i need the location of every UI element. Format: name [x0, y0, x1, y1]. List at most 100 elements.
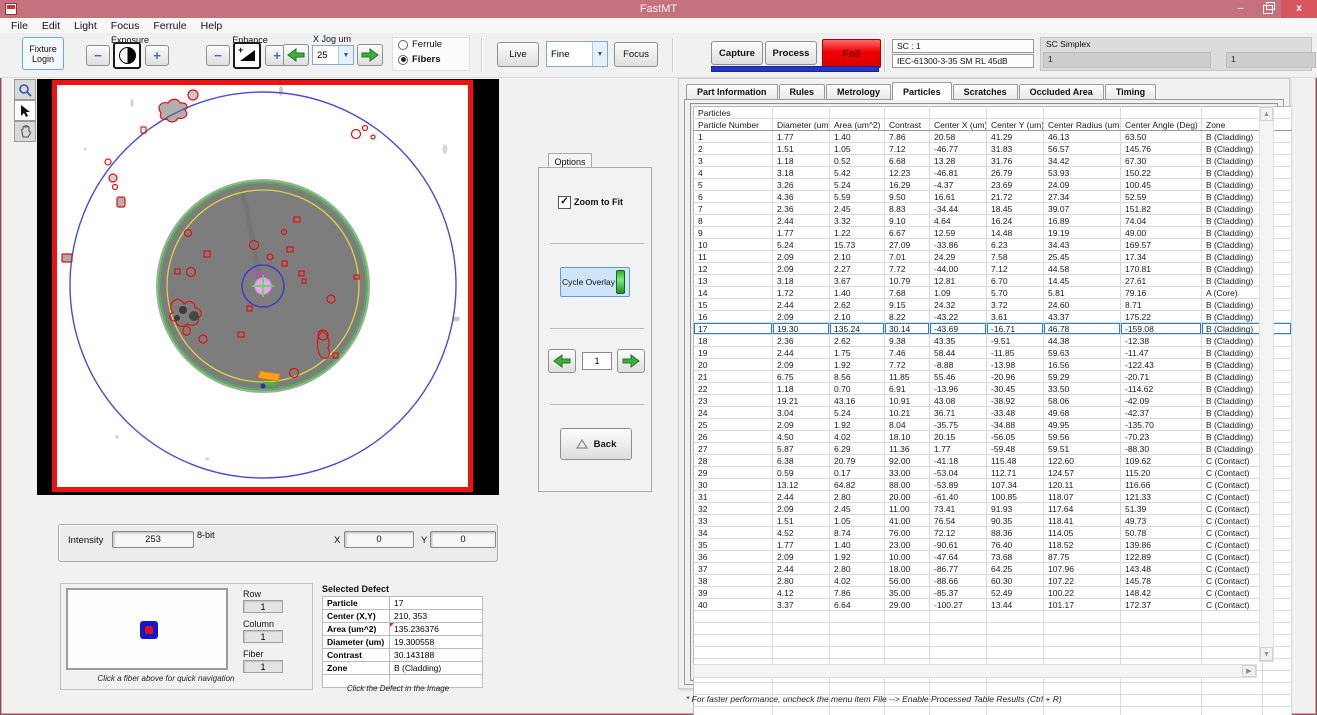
prev-fiber-button[interactable] — [548, 349, 576, 373]
column-header-diameter-um[interactable]: Diameter (um) — [773, 119, 830, 131]
tab-particles[interactable]: Particles — [892, 82, 952, 100]
table-row-29[interactable]: 290.590.1733.00-53.04112.71124.57115.20C… — [694, 467, 1292, 479]
table-row-15[interactable]: 152.442.629.1524.323.7224.608.71B (Cladd… — [694, 299, 1292, 311]
table-row-39[interactable]: 394.127.8635.00-85.3752.49100.22148.42C … — [694, 587, 1292, 599]
menu-item-file[interactable]: File — [4, 20, 35, 32]
back-button[interactable]: Back — [560, 428, 632, 460]
fiber-index-field[interactable]: 1 — [582, 352, 612, 370]
vertical-scrollbar[interactable]: ▲ ▼ — [1259, 106, 1274, 662]
table-row-6[interactable]: 64.365.599.5016.6121.7227.3452.59B (Clad… — [694, 191, 1292, 203]
fiber-nav-display[interactable] — [66, 588, 228, 670]
table-row-13[interactable]: 133.183.6710.7912.816.7014.4527.61B (Cla… — [694, 275, 1292, 287]
image-viewport[interactable]: Core — [37, 79, 499, 495]
table-row-1[interactable]: 11.771.407.8620.5841.2946.1363.50B (Clad… — [694, 131, 1292, 143]
table-row-16[interactable]: 162.092.108.22-43.223.6143.37175.22B (Cl… — [694, 311, 1292, 323]
xjog-left-button[interactable] — [283, 44, 309, 66]
table-row-14[interactable]: 141.721.407.681.095.705.8179.16A (Core) — [694, 287, 1292, 299]
table-row-38[interactable]: 382.804.0256.00-88.6660.30107.22145.78C … — [694, 575, 1292, 587]
table-row-28[interactable]: 286.3820.7992.00-41.18115.48122.60109.62… — [694, 455, 1292, 467]
capture-button[interactable]: Capture — [711, 41, 763, 65]
table-row-30[interactable]: 3013.1264.8288.00-53.89107.34120.11116.6… — [694, 479, 1292, 491]
table-row-19[interactable]: 192.441.757.4658.44-11.8559.63-11.47B (C… — [694, 347, 1292, 359]
menu-item-light[interactable]: Light — [67, 20, 104, 32]
focus-button[interactable]: Focus — [614, 42, 658, 67]
column-header-center-radius-um[interactable]: Center Radius (um) — [1044, 119, 1121, 131]
fiber-image-frame[interactable]: Core — [52, 80, 473, 492]
tab-rules[interactable]: Rules — [779, 84, 826, 100]
table-row-12[interactable]: 122.092.277.72-44.007.1244.58170.81B (Cl… — [694, 263, 1292, 275]
cycle-overlay-button[interactable]: Cycle Overlay — [560, 267, 630, 297]
table-row-21[interactable]: 216.758.5611.8555.46-20.9659.29-20.71B (… — [694, 371, 1292, 383]
horizontal-scrollbar[interactable]: ▶ — [693, 664, 1257, 678]
live-button[interactable]: Live — [497, 42, 539, 67]
table-row-7[interactable]: 72.362.458.83-34.4418.4539.07151.82B (Cl… — [694, 203, 1292, 215]
table-row-18[interactable]: 182.362.629.3843.35-9.5144.38-12.38B (Cl… — [694, 335, 1292, 347]
close-button[interactable]: x — [1281, 0, 1317, 18]
minimize-button[interactable]: – — [1227, 0, 1254, 18]
table-row-2[interactable]: 21.511.057.12-46.7731.8356.57145.76B (Cl… — [694, 143, 1292, 155]
scroll-up-icon[interactable]: ▲ — [1260, 107, 1273, 121]
table-row-40[interactable]: 403.376.6429.00-100.2713.44101.17172.37C… — [694, 599, 1292, 611]
column-header-contrast[interactable]: Contrast — [885, 119, 930, 131]
xjog-select[interactable]: 25▼ — [312, 45, 354, 65]
column-header-particle-number[interactable]: Particle Number — [694, 119, 773, 131]
table-row-4[interactable]: 43.185.4212.23-46.8126.7953.93150.22B (C… — [694, 167, 1292, 179]
table-row-20[interactable]: 202.091.927.72-8.88-13.9816.56-122.43B (… — [694, 359, 1292, 371]
radio-ferrule[interactable]: Ferrule — [398, 39, 442, 50]
fiber-endface-image[interactable]: Core — [57, 85, 468, 487]
table-row-34[interactable]: 344.528.7476.0072.1288.36114.0550.78C (C… — [694, 527, 1292, 539]
zoom-to-fit-checkbox[interactable]: ✓ — [558, 196, 571, 209]
exposure-contrast-button[interactable] — [113, 42, 141, 69]
table-row-9[interactable]: 91.771.226.6712.5914.4819.1949.00B (Clad… — [694, 227, 1292, 239]
tab-part-information[interactable]: Part Information — [686, 84, 778, 100]
fixture-login-button[interactable]: Fixture Login — [22, 37, 64, 70]
menu-item-help[interactable]: Help — [194, 20, 230, 32]
table-row-3[interactable]: 31.180.526.6813.2831.7634.4267.30B (Clad… — [694, 155, 1292, 167]
pan-tool-button[interactable] — [14, 121, 36, 142]
process-button[interactable]: Process — [765, 41, 817, 65]
radio-fibers[interactable]: Fibers — [398, 54, 441, 65]
enhance-decrease-button[interactable]: − — [206, 45, 230, 66]
enhance-ramp-button[interactable]: + — [233, 42, 261, 69]
column-header-center-angle-deg[interactable]: Center Angle (Deg) — [1121, 119, 1202, 131]
tab-metrology[interactable]: Metrology — [826, 84, 891, 100]
table-row-36[interactable]: 362.091.9210.00-47.6473.6887.75122.89C (… — [694, 551, 1292, 563]
focus-mode-select[interactable]: Fine▼ — [546, 41, 608, 67]
table-row-35[interactable]: 351.771.4023.00-90.6176.40118.52139.86C … — [694, 539, 1292, 551]
zoom-tool-button[interactable] — [14, 79, 36, 100]
next-fiber-button[interactable] — [617, 349, 645, 373]
tab-scratches[interactable]: Scratches — [953, 84, 1018, 100]
table-row-10[interactable]: 105.2415.7327.09-33.866.2334.43169.57B (… — [694, 239, 1292, 251]
scroll-down-icon[interactable]: ▼ — [1260, 647, 1273, 661]
table-row-25[interactable]: 252.091.928.04-35.75-34.8849.95-135.70B … — [694, 419, 1292, 431]
menu-item-focus[interactable]: Focus — [104, 20, 147, 32]
table-row-31[interactable]: 312.442.8020.00-61.40100.85118.07121.33C… — [694, 491, 1292, 503]
xjog-right-button[interactable] — [357, 44, 383, 66]
tab-timing[interactable]: Timing — [1105, 84, 1156, 100]
selected-fiber-marker[interactable] — [140, 621, 158, 639]
table-row-37[interactable]: 372.442.8018.00-86.7764.25107.96143.48C … — [694, 563, 1292, 575]
table-row-23[interactable]: 2319.2143.1610.9143.08-38.9258.06-42.09B… — [694, 395, 1292, 407]
table-row-24[interactable]: 243.045.2410.2136.71-33.4849.68-42.37B (… — [694, 407, 1292, 419]
table-row-27[interactable]: 275.876.2911.361.77-59.4859.51-88.30B (C… — [694, 443, 1292, 455]
table-row-17[interactable]: 1719.30135.2430.14-43.69-16.7146.78-159.… — [694, 323, 1292, 335]
tab-occluded-area[interactable]: Occluded Area — [1019, 84, 1104, 100]
column-header-area-um-2[interactable]: Area (um^2) — [830, 119, 885, 131]
scroll-right-icon[interactable]: ▶ — [1242, 665, 1256, 677]
table-row-11[interactable]: 112.092.107.0124.297.5825.4517.34B (Clad… — [694, 251, 1292, 263]
menu-item-edit[interactable]: Edit — [35, 20, 67, 32]
table-row-22[interactable]: 221.180.706.91-13.96-30.4533.50-114.62B … — [694, 383, 1292, 395]
exposure-decrease-button[interactable]: − — [86, 45, 110, 66]
restore-button[interactable] — [1254, 0, 1281, 18]
exposure-increase-button[interactable]: + — [145, 45, 169, 66]
table-row-33[interactable]: 331.511.0541.0076.5490.35118.4149.73C (C… — [694, 515, 1292, 527]
column-header-zone[interactable]: Zone — [1202, 119, 1263, 131]
table-row-26[interactable]: 264.504.0218.1020.15-56.0559.56-70.23B (… — [694, 431, 1292, 443]
table-row-5[interactable]: 53.265.2416.29-4.3723.6924.09100.45B (Cl… — [694, 179, 1292, 191]
select-tool-button[interactable] — [14, 100, 36, 121]
column-header-center-x-um[interactable]: Center X (um) — [930, 119, 987, 131]
table-row-8[interactable]: 82.443.329.104.6416.2416.8974.04B (Cladd… — [694, 215, 1292, 227]
column-header-center-y-um[interactable]: Center Y (um) — [987, 119, 1044, 131]
menu-item-ferrule[interactable]: Ferrule — [146, 20, 193, 32]
particles-table-viewport[interactable]: Particles Particle NumberDiameter (um)Ar… — [690, 103, 1278, 681]
